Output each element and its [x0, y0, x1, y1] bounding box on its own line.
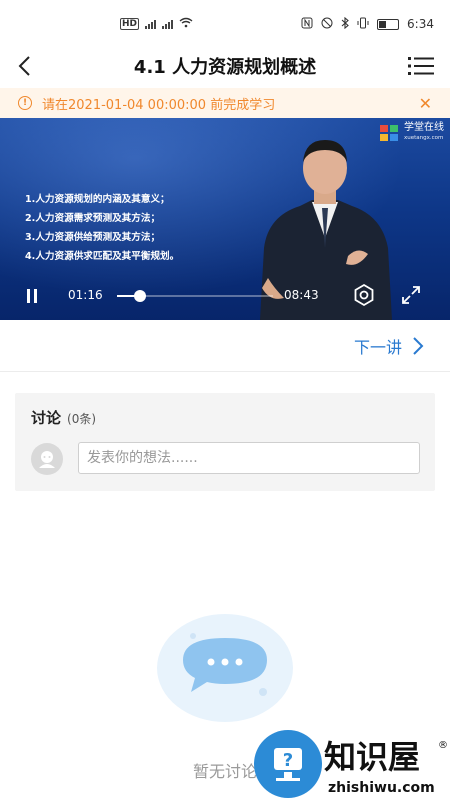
- settings-button[interactable]: [352, 283, 376, 307]
- next-lecture-label: 下一讲: [353, 338, 402, 357]
- signal-4g-icon: [162, 19, 174, 29]
- signal-3g-icon: [145, 19, 157, 29]
- svg-text:?: ?: [283, 750, 293, 771]
- wifi-icon: [179, 17, 193, 31]
- chevron-right-icon: [413, 337, 424, 355]
- catalog-button[interactable]: [408, 55, 434, 77]
- slide-line: 2.人力资源需求预测及其方法；: [25, 213, 161, 224]
- settings-icon: [354, 283, 374, 307]
- slide-line: 3.人力资源供给预测及其方法；: [25, 232, 161, 243]
- fullscreen-button[interactable]: [400, 284, 422, 306]
- brand-name: 学堂在线: [404, 122, 444, 133]
- back-button[interactable]: [10, 50, 38, 82]
- close-notice-button[interactable]: ✕: [419, 94, 432, 113]
- notice-text: 请在2021-01-04 00:00:00 前完成学习: [42, 97, 276, 113]
- pause-button[interactable]: [22, 286, 42, 306]
- discussion-title: 讨论: [31, 409, 62, 427]
- mute-icon: [321, 17, 333, 32]
- player-controls: 01:16 08:43: [0, 270, 450, 320]
- empty-chat-illustration: [157, 614, 293, 722]
- status-bar: HD 6:34: [0, 0, 450, 48]
- brand-url: xuetangx.com: [404, 135, 444, 141]
- slide-line: 1.人力资源规划的内涵及其意义；: [25, 194, 170, 205]
- battery-icon: [377, 18, 400, 30]
- warning-icon: !: [18, 96, 32, 110]
- slide-content: 1.人力资源规划的内涵及其意义； 2.人力资源需求预测及其方法； 3.人力资源供…: [25, 190, 179, 266]
- video-player[interactable]: 学堂在线 xuetangx.com 1.人力资源规划的内涵及其意义； 2.人力资…: [0, 118, 450, 320]
- slide-line: 4.人力资源供求匹配及其平衡规划。: [25, 251, 180, 262]
- bluetooth-icon: [341, 16, 349, 32]
- current-time: 01:16: [68, 288, 103, 302]
- nav-header: 4.1 人力资源规划概述: [0, 46, 450, 86]
- avatar: [31, 443, 63, 475]
- next-lecture-button[interactable]: 下一讲: [354, 334, 424, 358]
- discussion-panel: 讨论 (0条): [15, 393, 435, 491]
- zhishiwu-watermark-logo: ? 知识屋 ® zhishiwu.com: [254, 730, 448, 798]
- list-menu-icon: [408, 57, 434, 75]
- discussion-count: (0条): [67, 412, 97, 426]
- clock: 6:34: [407, 17, 434, 31]
- vibrate-icon: [357, 17, 369, 32]
- page-title: 4.1 人力资源规划概述: [133, 57, 317, 78]
- comment-input[interactable]: [78, 442, 420, 474]
- svg-text:®: ®: [438, 740, 448, 751]
- hd-badge: HD: [120, 18, 140, 30]
- fullscreen-icon: [402, 286, 420, 304]
- svg-text:知识屋: 知识屋: [324, 738, 420, 776]
- deadline-notice: ! 请在2021-01-04 00:00:00 前完成学习 ✕: [0, 88, 450, 118]
- svg-text:zhishiwu.com: zhishiwu.com: [328, 780, 435, 796]
- duration: 08:43: [284, 288, 319, 302]
- seek-handle[interactable]: [133, 290, 146, 302]
- chevron-left-icon: [18, 56, 30, 76]
- next-lecture-row: 下一讲: [0, 320, 450, 372]
- user-avatar-icon: [39, 451, 55, 468]
- seek-bar[interactable]: [117, 290, 273, 302]
- nfc-icon: [301, 17, 313, 32]
